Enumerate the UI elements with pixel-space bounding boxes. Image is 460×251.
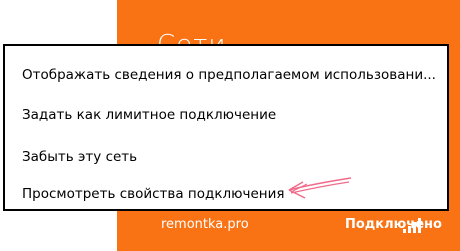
network-name: remontka.pro: [161, 217, 249, 232]
menu-item-set-metered[interactable]: Задать как лимитное подключение: [22, 107, 276, 123]
network-item[interactable]: remontka.pro Подключено: [117, 215, 460, 239]
menu-item-view-properties[interactable]: Просмотреть свойства подключения: [22, 186, 285, 202]
wifi-signal-icon: [403, 218, 421, 233]
menu-item-show-usage[interactable]: Отображать сведения о предполагаемом исп…: [22, 67, 436, 83]
network-status: Подключено: [345, 217, 442, 232]
menu-item-forget-network[interactable]: Забыть эту сеть: [22, 149, 137, 165]
pink-arrow-icon: [288, 177, 352, 199]
context-menu: Отображать сведения о предполагаемом исп…: [3, 44, 449, 211]
